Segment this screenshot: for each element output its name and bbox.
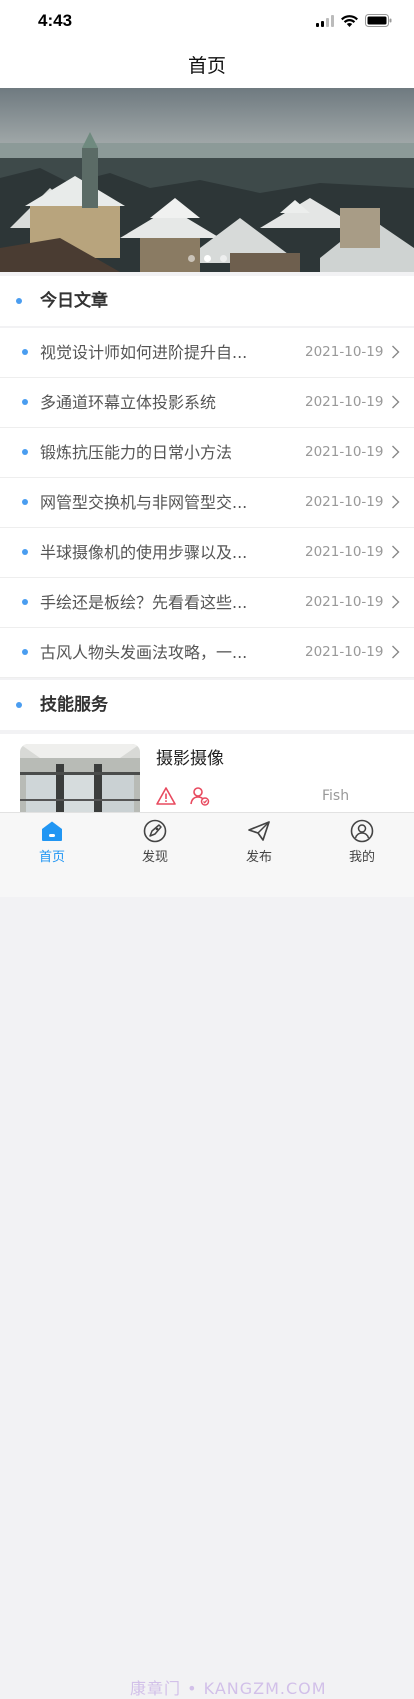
service-card[interactable]: 摄影摄像 Fish xyxy=(0,734,414,812)
article-title: 半球摄像机的使用步骤以及... xyxy=(40,543,248,562)
tab-profile[interactable]: 我的 xyxy=(332,813,392,873)
article-title: 网管型交换机与非网管型交... xyxy=(40,493,248,512)
list-bullet xyxy=(22,399,28,405)
chevron-right-icon xyxy=(392,595,400,609)
article-row[interactable]: 古风人物头发画法攻略，一... 2021-10-19 xyxy=(0,628,414,678)
tab-home-label: 首页 xyxy=(38,850,65,865)
chevron-right-icon xyxy=(392,645,400,659)
article-date: 2021-10-19 xyxy=(305,644,384,660)
watermark: 康章门 • KANGZM.COM xyxy=(130,1679,327,1698)
banner-carousel[interactable] xyxy=(0,88,414,272)
tab-home[interactable]: 首页 xyxy=(22,813,82,873)
status-time: 4:43 xyxy=(38,11,73,30)
article-date: 2021-10-19 xyxy=(305,344,384,360)
section-bullet xyxy=(16,298,22,304)
list-bullet xyxy=(22,649,28,655)
pagination-dot[interactable] xyxy=(219,255,227,262)
send-icon xyxy=(248,821,270,841)
article-date: 2021-10-19 xyxy=(305,444,384,460)
article-title: 古风人物头发画法攻略，一... xyxy=(40,643,248,662)
article-row[interactable]: 多通道环幕立体投影系统 2021-10-19 xyxy=(0,378,414,428)
article-row[interactable]: 视觉设计师如何进阶提升自... 2021-10-19 xyxy=(0,328,414,378)
section-services-header: 技能服务 xyxy=(0,680,414,730)
user-icon xyxy=(350,819,374,843)
chevron-right-icon xyxy=(392,495,400,509)
home-icon xyxy=(42,821,62,841)
article-list: 视觉设计师如何进阶提升自... 2021-10-19 多通道环幕立体投影系统 2021… xyxy=(0,328,414,678)
list-bullet xyxy=(22,549,28,555)
article-title: 视觉设计师如何进阶提升自... xyxy=(40,343,248,362)
article-title: 锻炼抗压能力的日常小方法 xyxy=(40,443,233,462)
page-title: 首页 xyxy=(187,55,226,77)
status-icons xyxy=(316,14,392,27)
service-thumbnail xyxy=(20,744,140,812)
section-services-title: 技能服务 xyxy=(40,695,108,715)
wifi-icon xyxy=(341,14,358,27)
list-bullet xyxy=(22,449,28,455)
section-bullet xyxy=(16,702,22,708)
list-bullet xyxy=(22,599,28,605)
list-bullet xyxy=(22,499,28,505)
tab-bar: 首页 发现 发布 我的 康章门 • KANGZM.COM xyxy=(0,812,414,1698)
chevron-right-icon xyxy=(392,545,400,559)
list-bullet xyxy=(22,349,28,355)
article-row[interactable]: 锻炼抗压能力的日常小方法 2021-10-19 xyxy=(0,428,414,478)
battery-icon xyxy=(365,14,392,27)
article-date: 2021-10-19 xyxy=(305,594,384,610)
article-date: 2021-10-19 xyxy=(305,544,384,560)
section-articles-header: 今日文章 xyxy=(0,276,414,326)
section-articles-title: 今日文章 xyxy=(40,291,108,311)
user-verified-icon xyxy=(190,787,210,806)
pagination-dot[interactable] xyxy=(203,255,211,262)
article-title: 多通道环幕立体投影系统 xyxy=(40,393,217,412)
signal-icon xyxy=(316,14,334,27)
article-title: 手绘还是板绘？先看看这些... xyxy=(40,593,248,612)
tab-discover-label: 发现 xyxy=(141,850,168,865)
banner-pagination[interactable] xyxy=(0,255,414,262)
warning-icon xyxy=(156,787,176,805)
article-date: 2021-10-19 xyxy=(305,494,384,510)
rocket-icon xyxy=(143,819,167,843)
banner-image xyxy=(0,88,414,272)
tab-publish[interactable]: 发布 xyxy=(229,813,289,873)
article-date: 2021-10-19 xyxy=(305,394,384,410)
tab-profile-label: 我的 xyxy=(348,850,375,865)
tab-publish-label: 发布 xyxy=(245,850,272,865)
chevron-right-icon xyxy=(392,395,400,409)
service-author: Fish xyxy=(322,788,350,804)
article-row[interactable]: 网管型交换机与非网管型交... 2021-10-19 xyxy=(0,478,414,528)
status-bar: 4:43 xyxy=(0,0,414,44)
pagination-dot[interactable] xyxy=(187,255,195,262)
nav-bar: 首页 xyxy=(0,44,414,88)
chevron-right-icon xyxy=(392,445,400,459)
article-row[interactable]: 手绘还是板绘？先看看这些... 2021-10-19 xyxy=(0,578,414,628)
service-title: 摄影摄像 xyxy=(156,749,224,769)
article-row[interactable]: 半球摄像机的使用步骤以及... 2021-10-19 xyxy=(0,528,414,578)
chevron-right-icon xyxy=(392,345,400,359)
tab-discover[interactable]: 发现 xyxy=(125,813,185,873)
